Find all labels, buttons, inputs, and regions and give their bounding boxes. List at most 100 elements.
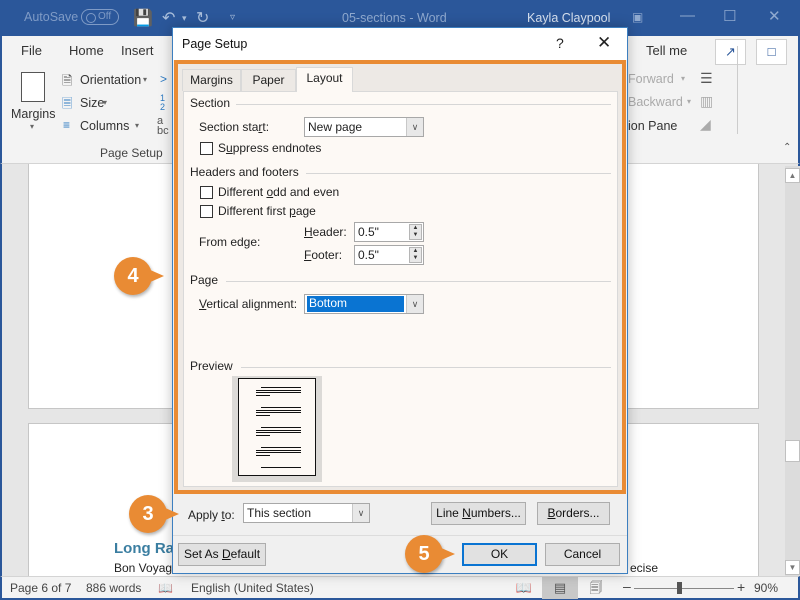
selection-pane-button[interactable]: ion Pane bbox=[628, 119, 677, 133]
orientation-dropdown-icon[interactable]: ▾ bbox=[143, 75, 147, 84]
read-mode-icon[interactable]: 📖 bbox=[506, 577, 542, 599]
hyphenation-icon[interactable]: a bc bbox=[157, 116, 169, 137]
group-icon[interactable]: ▥ bbox=[700, 93, 713, 110]
close-window-icon[interactable]: ✕ bbox=[768, 7, 781, 25]
chevron-down-icon[interactable]: ∨ bbox=[406, 295, 423, 313]
footer-distance-value: 0.5" bbox=[358, 248, 379, 262]
columns-button[interactable]: Columns bbox=[80, 119, 129, 133]
line-numbers-button[interactable]: Line Numbers... bbox=[431, 502, 526, 525]
cancel-button[interactable]: Cancel bbox=[545, 543, 620, 566]
document-title: 05-sections - Word bbox=[342, 11, 447, 25]
minimize-icon[interactable]: — bbox=[680, 7, 695, 24]
dialog-title-bar[interactable]: Page Setup ? ✕ bbox=[173, 28, 627, 60]
line-numbers-icon[interactable]: 12 bbox=[160, 94, 165, 112]
preview-text-line bbox=[261, 447, 301, 448]
chevron-down-icon[interactable]: ∨ bbox=[352, 504, 369, 522]
document-text: Bon Voyage bbox=[114, 561, 179, 575]
zoom-level[interactable]: 90% bbox=[754, 581, 778, 595]
preview-text-line bbox=[256, 435, 270, 437]
rotate-icon[interactable]: ◢ bbox=[700, 116, 711, 133]
orientation-icon: 🗎 bbox=[62, 73, 73, 88]
close-icon[interactable]: ✕ bbox=[597, 33, 611, 53]
preview-text-line bbox=[256, 455, 270, 457]
language-indicator[interactable]: English (United States) bbox=[191, 581, 314, 595]
margins-button[interactable]: Margins bbox=[11, 107, 55, 121]
zoom-slider-track[interactable] bbox=[634, 588, 734, 589]
comments-button[interactable]: □ bbox=[756, 39, 787, 65]
set-as-default-button[interactable]: Set As Default bbox=[178, 543, 266, 566]
page-setup-group-label: Page Setup bbox=[100, 146, 163, 160]
preview-text-line bbox=[256, 452, 301, 454]
tab-paper[interactable]: Paper bbox=[241, 69, 296, 91]
orientation-button[interactable]: Orientation bbox=[80, 73, 141, 87]
maximize-icon[interactable]: ☐ bbox=[723, 7, 736, 25]
zoom-slider-thumb[interactable] bbox=[677, 582, 682, 594]
suppress-endnotes-checkbox[interactable] bbox=[200, 142, 213, 155]
header-distance-value: 0.5" bbox=[358, 225, 379, 239]
margins-icon[interactable] bbox=[21, 72, 45, 102]
chevron-down-icon[interactable]: ∨ bbox=[406, 118, 423, 136]
spinner-arrows-icon[interactable]: ▲ ▼ bbox=[409, 247, 422, 263]
proofing-icon[interactable]: 📖 bbox=[158, 581, 173, 595]
apply-to-value: This section bbox=[247, 506, 312, 520]
borders-button[interactable]: Borders... bbox=[537, 502, 610, 525]
preview-text-line bbox=[256, 432, 301, 434]
web-layout-icon[interactable]: 🗐 bbox=[578, 577, 614, 599]
tell-me-search[interactable]: Tell me bbox=[646, 43, 687, 58]
share-button[interactable]: ↗ bbox=[715, 39, 746, 65]
undo-dropdown-icon[interactable]: ▾ bbox=[182, 13, 187, 24]
breaks-icon[interactable]: > bbox=[160, 72, 167, 86]
suppress-endnotes-label[interactable]: Suppress endnotes bbox=[218, 141, 321, 155]
section-start-label: Section start: bbox=[199, 120, 270, 134]
tab-insert[interactable]: Insert bbox=[121, 43, 154, 58]
align-icon[interactable]: ☰ bbox=[700, 70, 713, 87]
different-first-page-checkbox[interactable] bbox=[200, 205, 213, 218]
help-button[interactable]: ? bbox=[556, 35, 564, 51]
vertical-alignment-select[interactable]: Bottom ∨ bbox=[304, 294, 424, 314]
spinner-arrows-icon[interactable]: ▲ ▼ bbox=[409, 224, 422, 240]
scroll-down-icon[interactable]: ▼ bbox=[785, 560, 800, 575]
size-dropdown-icon[interactable]: ▾ bbox=[103, 98, 107, 107]
user-name[interactable]: Kayla Claypool bbox=[527, 11, 610, 25]
save-icon[interactable]: 💾 bbox=[133, 8, 153, 28]
footer-distance-input[interactable]: 0.5" ▲ ▼ bbox=[354, 245, 424, 265]
bring-forward-dropdown-icon[interactable]: ▾ bbox=[681, 74, 685, 83]
scroll-thumb[interactable] bbox=[785, 440, 800, 462]
tab-home[interactable]: Home bbox=[69, 43, 104, 58]
columns-dropdown-icon[interactable]: ▾ bbox=[135, 121, 139, 130]
apply-to-select[interactable]: This section ∨ bbox=[243, 503, 370, 523]
different-odd-even-label[interactable]: Different odd and even bbox=[218, 185, 339, 199]
section-divider bbox=[236, 104, 611, 105]
page-count[interactable]: Page 6 of 7 bbox=[10, 581, 71, 595]
step-5-callout: 5 bbox=[405, 535, 455, 573]
send-backward-button[interactable]: Backward bbox=[628, 95, 683, 109]
redo-icon[interactable]: ↻ bbox=[196, 8, 209, 28]
zoom-out-icon[interactable]: – bbox=[623, 578, 631, 594]
ribbon-divider bbox=[737, 46, 738, 134]
bring-forward-button[interactable]: Forward bbox=[628, 72, 674, 86]
print-layout-icon[interactable]: ▤ bbox=[542, 577, 578, 599]
zoom-in-icon[interactable]: + bbox=[737, 579, 745, 595]
preview-text-line bbox=[256, 392, 301, 394]
word-count[interactable]: 886 words bbox=[86, 581, 141, 595]
vertical-scrollbar[interactable]: ▲ ▼ bbox=[785, 166, 800, 576]
customize-toolbar-icon[interactable]: ▿ bbox=[230, 12, 235, 23]
undo-icon[interactable]: ↶ bbox=[162, 8, 175, 28]
section-start-select[interactable]: New page ∨ bbox=[304, 117, 424, 137]
ok-button[interactable]: OK bbox=[462, 543, 537, 566]
collapse-ribbon-icon[interactable]: ⌃ bbox=[783, 142, 791, 153]
autosave-toggle[interactable]: Off bbox=[81, 9, 119, 25]
tab-layout[interactable]: Layout bbox=[296, 67, 353, 92]
ribbon-display-options-icon[interactable]: ▣ bbox=[632, 10, 643, 24]
section-divider bbox=[241, 367, 611, 368]
margins-dropdown-icon[interactable]: ▾ bbox=[30, 122, 34, 131]
scroll-up-icon[interactable]: ▲ bbox=[785, 168, 800, 183]
send-backward-dropdown-icon[interactable]: ▾ bbox=[687, 97, 691, 106]
size-button[interactable]: Size bbox=[80, 96, 104, 110]
tab-file[interactable]: File bbox=[21, 43, 42, 58]
tab-margins[interactable]: Margins bbox=[182, 69, 241, 91]
different-odd-even-checkbox[interactable] bbox=[200, 186, 213, 199]
different-first-page-label[interactable]: Different first page bbox=[218, 204, 316, 218]
header-distance-input[interactable]: 0.5" ▲ ▼ bbox=[354, 222, 424, 242]
page-heading: Page bbox=[190, 273, 219, 287]
